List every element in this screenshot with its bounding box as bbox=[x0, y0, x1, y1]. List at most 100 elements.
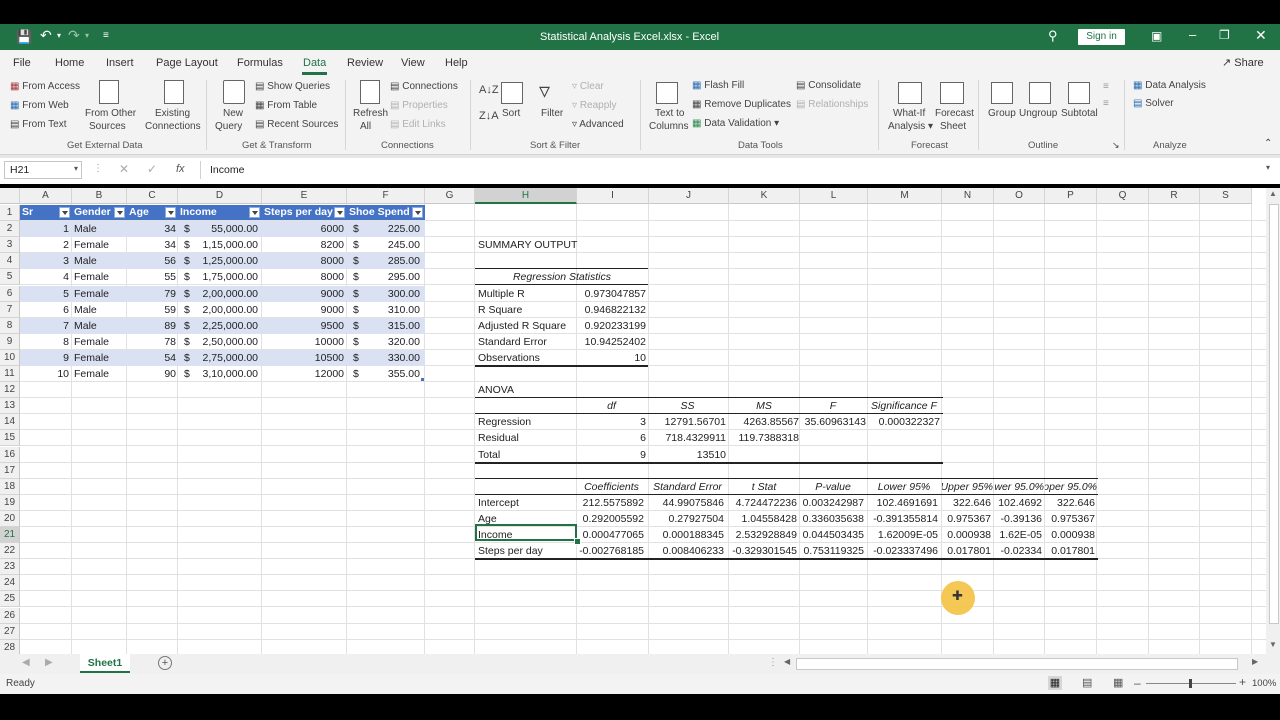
anova-value[interactable]: 0.000322327 bbox=[868, 414, 940, 430]
coef-value[interactable]: 0.003242987 bbox=[800, 495, 864, 511]
age-cell[interactable]: 89 bbox=[127, 318, 176, 334]
coef-value[interactable]: 1.04558428 bbox=[729, 511, 797, 527]
sr-cell[interactable]: 7 bbox=[20, 318, 69, 334]
filter-dropdown-icon[interactable] bbox=[249, 207, 260, 218]
anova-value[interactable]: 3 bbox=[577, 414, 646, 430]
coef-value[interactable]: 0.000938 bbox=[942, 527, 991, 543]
gender-cell[interactable]: Female bbox=[74, 269, 126, 285]
coef-header[interactable]: Upper 95.0% bbox=[1045, 479, 1097, 495]
customize-qat-icon[interactable]: ≡ bbox=[103, 30, 109, 41]
name-box-dropdown-icon[interactable]: ▾ bbox=[74, 164, 78, 173]
coef-value[interactable]: -0.391355814 bbox=[868, 511, 938, 527]
row-header-3[interactable]: 3 bbox=[0, 237, 20, 253]
normal-view-icon[interactable]: ▦ bbox=[1048, 676, 1062, 690]
name-box[interactable]: H21 ▾ bbox=[4, 161, 82, 179]
row-header-14[interactable]: 14 bbox=[0, 414, 20, 430]
row-header-6[interactable]: 6 bbox=[0, 286, 20, 302]
expand-formula-bar-icon[interactable]: ▾ bbox=[1266, 163, 1270, 172]
from-other-sources-label[interactable]: From Other bbox=[85, 108, 136, 119]
undo-dropdown-icon[interactable]: ▾ bbox=[57, 31, 61, 40]
anova-value[interactable]: 718.4329911 bbox=[649, 430, 726, 446]
row-header-23[interactable]: 23 bbox=[0, 559, 20, 575]
new-query-label-2[interactable]: Query bbox=[215, 121, 242, 132]
filter-dropdown-icon[interactable] bbox=[412, 207, 423, 218]
income-cell[interactable]: 1,15,000.00 bbox=[192, 237, 258, 253]
forecast-sheet-label-2[interactable]: Sheet bbox=[940, 121, 966, 132]
tab-insert[interactable]: Insert bbox=[106, 57, 134, 69]
what-if-analysis-label-2[interactable]: Analysis ▾ bbox=[888, 121, 933, 132]
income-cell[interactable]: 2,75,000.00 bbox=[192, 350, 258, 366]
row-header-7[interactable]: 7 bbox=[0, 302, 20, 318]
row-header-9[interactable]: 9 bbox=[0, 334, 20, 350]
table-header-cell[interactable]: Shoe Spend bbox=[347, 205, 425, 220]
consolidate-button[interactable]: ▤ Consolidate bbox=[796, 80, 861, 91]
coef-value[interactable]: 0.000938 bbox=[1045, 527, 1095, 543]
row-header-10[interactable]: 10 bbox=[0, 350, 20, 366]
column-header-r[interactable]: R bbox=[1149, 188, 1200, 204]
solver-button[interactable]: ▤ Solver bbox=[1133, 98, 1174, 109]
advanced-button[interactable]: ▿ Advanced bbox=[572, 119, 624, 130]
steps-cell[interactable]: 10000 bbox=[262, 334, 344, 350]
zoom-in-icon[interactable]: + bbox=[1239, 675, 1246, 689]
row-header-28[interactable]: 28 bbox=[0, 640, 20, 654]
age-cell[interactable]: 56 bbox=[127, 253, 176, 269]
from-table-button[interactable]: ▦ From Table bbox=[255, 100, 317, 111]
sort-ascending-icon[interactable]: A↓Z bbox=[479, 84, 499, 96]
row-header-12[interactable]: 12 bbox=[0, 382, 20, 398]
age-cell[interactable]: 55 bbox=[127, 269, 176, 285]
save-icon[interactable]: 💾 bbox=[16, 29, 32, 45]
sr-cell[interactable]: 8 bbox=[20, 334, 69, 350]
anova-title[interactable]: ANOVA bbox=[478, 382, 578, 398]
coef-value[interactable]: 0.017801 bbox=[1045, 543, 1095, 559]
stat-value[interactable]: 0.920233199 bbox=[577, 318, 646, 334]
coef-value[interactable]: 0.753119325 bbox=[800, 543, 864, 559]
income-cell[interactable]: 55,000.00 bbox=[192, 221, 258, 237]
sr-cell[interactable]: 9 bbox=[20, 350, 69, 366]
filter-dropdown-icon[interactable] bbox=[165, 207, 176, 218]
row-header-11[interactable]: 11 bbox=[0, 366, 20, 382]
horizontal-scrollbar[interactable]: ◀ ▶ bbox=[782, 657, 1264, 670]
shoe-spend-cell[interactable]: 225.00 bbox=[362, 221, 420, 237]
anova-header[interactable]: F bbox=[800, 398, 866, 414]
coef-value[interactable]: 0.000477065 bbox=[577, 527, 644, 543]
column-header-h[interactable]: H bbox=[475, 188, 577, 204]
column-header-d[interactable]: D bbox=[178, 188, 262, 204]
steps-cell[interactable]: 9000 bbox=[262, 286, 344, 302]
filter-dropdown-icon[interactable] bbox=[114, 207, 125, 218]
gender-cell[interactable]: Female bbox=[74, 366, 126, 382]
row-header-24[interactable]: 24 bbox=[0, 575, 20, 591]
formula-bar-options-icon[interactable]: ⋮ bbox=[93, 163, 103, 174]
anova-value[interactable]: 9 bbox=[577, 447, 646, 463]
page-break-view-icon[interactable]: ▦ bbox=[1113, 676, 1123, 689]
table-header-cell[interactable]: Gender bbox=[72, 205, 127, 220]
from-web-button[interactable]: ▦ From Web bbox=[10, 100, 69, 111]
age-cell[interactable]: 34 bbox=[127, 237, 176, 253]
column-header-o[interactable]: O bbox=[994, 188, 1045, 204]
gender-cell[interactable]: Male bbox=[74, 318, 126, 334]
table-header-cell[interactable]: Sr bbox=[20, 205, 72, 220]
steps-cell[interactable]: 6000 bbox=[262, 221, 344, 237]
stat-label[interactable]: Adjusted R Square bbox=[478, 318, 578, 334]
shoe-spend-cell[interactable]: 330.00 bbox=[362, 350, 420, 366]
filter-dropdown-icon[interactable] bbox=[59, 207, 70, 218]
coef-header[interactable]: Lower 95.0% bbox=[994, 479, 1044, 495]
from-text-button[interactable]: ▤ From Text bbox=[10, 119, 67, 130]
age-cell[interactable]: 54 bbox=[127, 350, 176, 366]
scroll-thumb[interactable] bbox=[1269, 204, 1279, 624]
coef-value[interactable]: 0.017801 bbox=[942, 543, 991, 559]
column-header-s[interactable]: S bbox=[1200, 188, 1252, 204]
age-cell[interactable]: 34 bbox=[127, 221, 176, 237]
outline-dialog-launcher-icon[interactable]: ↘ bbox=[1112, 140, 1120, 151]
shoe-spend-cell[interactable]: 315.00 bbox=[362, 318, 420, 334]
hide-detail-icon[interactable]: ≡ bbox=[1103, 98, 1109, 109]
coef-value[interactable]: 0.27927504 bbox=[649, 511, 724, 527]
gender-cell[interactable]: Female bbox=[74, 334, 126, 350]
coef-value[interactable]: -0.02334 bbox=[994, 543, 1042, 559]
data-validation-button[interactable]: ▦ Data Validation ▾ bbox=[692, 118, 779, 129]
stat-value[interactable]: 0.973047857 bbox=[577, 286, 646, 302]
column-header-e[interactable]: E bbox=[262, 188, 347, 204]
coef-value[interactable]: 44.99075846 bbox=[649, 495, 724, 511]
column-header-i[interactable]: I bbox=[577, 188, 649, 204]
row-header-1[interactable]: 1 bbox=[0, 205, 20, 221]
coef-value[interactable]: -0.002768185 bbox=[577, 543, 644, 559]
